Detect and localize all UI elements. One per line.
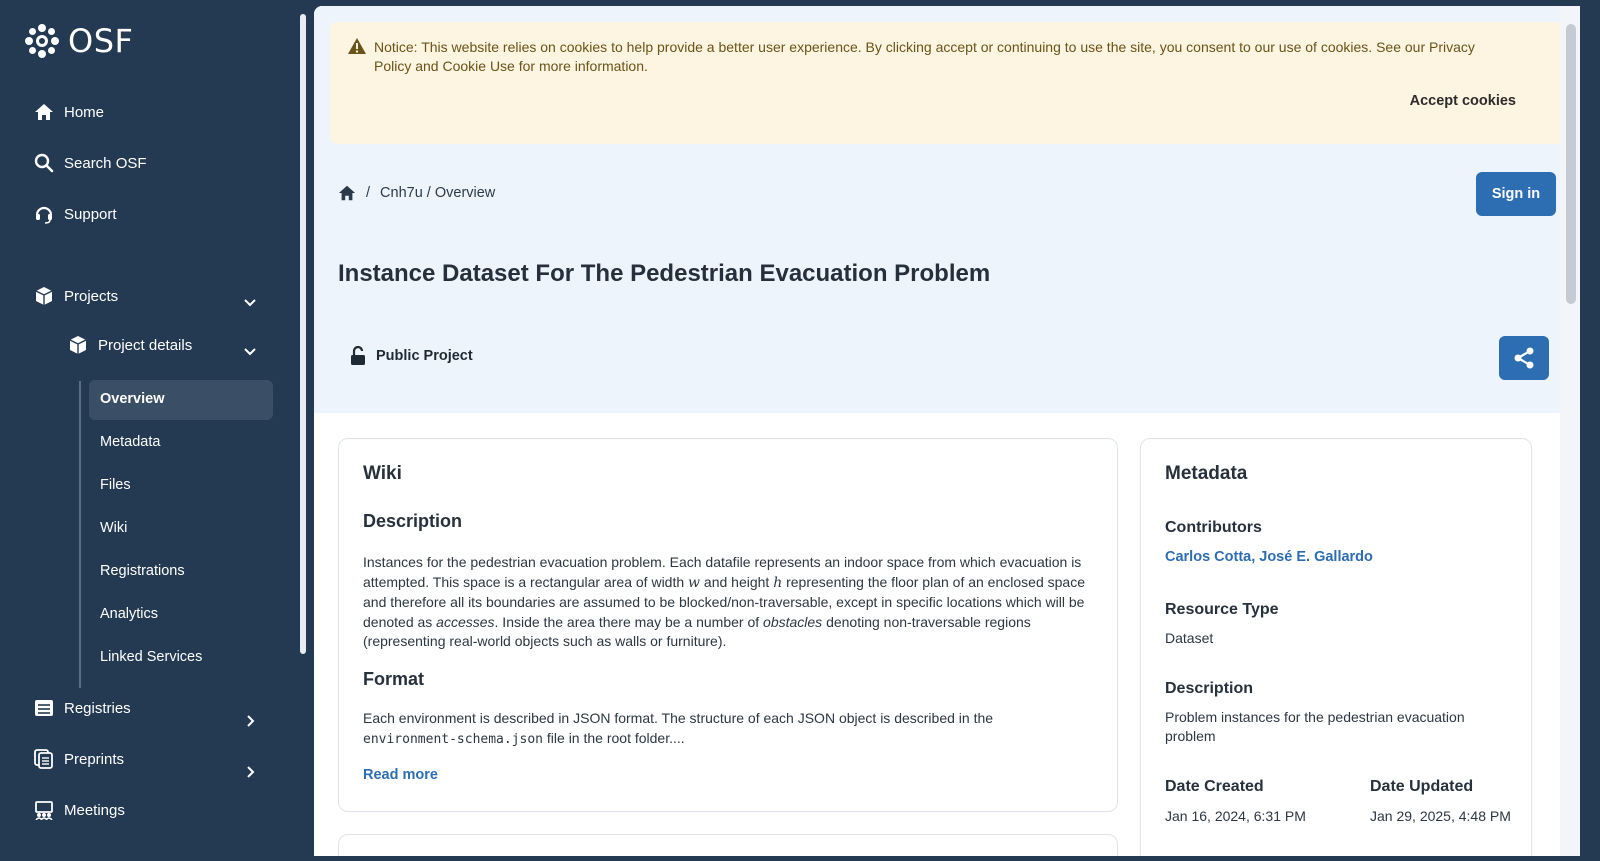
page-scrollbar[interactable] bbox=[1560, 6, 1580, 856]
meta-description-label: Description bbox=[1165, 680, 1254, 697]
description-heading: Description bbox=[363, 511, 463, 531]
subnav-overview[interactable]: Overview bbox=[100, 391, 165, 407]
chevron-right-icon[interactable] bbox=[242, 764, 258, 780]
project-header: Notice: This website relies on cookies t… bbox=[314, 6, 1580, 413]
nav-project-details[interactable]: Project details bbox=[68, 335, 192, 355]
nav-support[interactable]: Support bbox=[34, 204, 117, 224]
cube-icon bbox=[68, 335, 88, 355]
page-title: Instance Dataset For The Pedestrian Evac… bbox=[338, 260, 991, 287]
read-more-link[interactable]: Read more bbox=[363, 767, 438, 783]
page-scrollbar-thumb[interactable] bbox=[1566, 24, 1576, 304]
cube-icon bbox=[34, 286, 54, 306]
date-created-value: Jan 16, 2024, 6:31 PM bbox=[1165, 808, 1306, 824]
subnav-linked-services[interactable]: Linked Services bbox=[100, 649, 202, 665]
metadata-card: Metadata Contributors Carlos Cotta, José… bbox=[1140, 438, 1532, 856]
nav-search-label: Search OSF bbox=[64, 154, 147, 172]
meetings-icon bbox=[34, 800, 54, 820]
nav-projects-label: Projects bbox=[64, 287, 119, 305]
osf-logo[interactable]: OSF bbox=[24, 22, 133, 60]
next-card bbox=[338, 834, 1118, 856]
text-span: Each environment is described in JSON fo… bbox=[363, 710, 994, 726]
text-span: file in the root folder.... bbox=[543, 729, 685, 746]
text-span: . Inside the area there may be a number … bbox=[494, 613, 764, 630]
wiki-format: Each environment is described in JSON fo… bbox=[363, 709, 1098, 749]
emphasis: obstacles bbox=[763, 613, 823, 630]
sign-in-button[interactable]: Sign in bbox=[1476, 172, 1556, 216]
sidebar-scrollbar-thumb[interactable] bbox=[300, 14, 306, 654]
subnav-registrations[interactable]: Registrations bbox=[100, 563, 185, 579]
search-icon bbox=[34, 153, 54, 173]
main-content: Notice: This website relies on cookies t… bbox=[314, 6, 1580, 856]
subnav-metadata[interactable]: Metadata bbox=[100, 434, 160, 450]
wiki-card: Wiki Description Instances for the pedes… bbox=[338, 438, 1118, 812]
nav-preprints-label: Preprints bbox=[64, 750, 125, 768]
nav-meetings[interactable]: Meetings bbox=[34, 800, 125, 820]
warning-icon bbox=[348, 38, 366, 54]
cookie-notice: Notice: This website relies on cookies t… bbox=[330, 22, 1564, 144]
subnav-line bbox=[79, 381, 81, 688]
text-span: and height bbox=[700, 573, 774, 590]
home-icon[interactable] bbox=[338, 184, 356, 202]
breadcrumb-path[interactable]: Cnh7u / Overview bbox=[380, 185, 495, 201]
wiki-heading: Wiki bbox=[363, 463, 402, 484]
chevron-right-icon[interactable] bbox=[242, 713, 258, 729]
registries-icon bbox=[34, 698, 54, 718]
chevron-down-icon[interactable] bbox=[242, 343, 258, 359]
nav-preprints[interactable]: Preprints bbox=[34, 749, 124, 769]
sidebar-scrollbar[interactable] bbox=[299, 0, 309, 861]
nav-support-label: Support bbox=[64, 205, 117, 223]
nav-search[interactable]: Search OSF bbox=[34, 153, 147, 173]
chevron-down-icon[interactable] bbox=[242, 294, 258, 310]
nav-home[interactable]: Home bbox=[34, 102, 104, 122]
resource-type-value: Dataset bbox=[1165, 630, 1214, 646]
home-icon bbox=[34, 102, 54, 122]
preprints-icon bbox=[34, 749, 54, 769]
nav-home-label: Home bbox=[64, 103, 105, 121]
date-updated-label: Date Updated bbox=[1370, 778, 1474, 795]
math-h: h bbox=[773, 574, 783, 591]
headset-icon bbox=[34, 204, 54, 224]
visibility-label: Public Project bbox=[376, 348, 473, 364]
date-created-label: Date Created bbox=[1165, 778, 1264, 795]
meta-description-value: Problem instances for the pedestrian eva… bbox=[1165, 709, 1465, 744]
math-w: w bbox=[688, 574, 701, 591]
cookie-notice-text: Notice: This website relies on cookies t… bbox=[374, 39, 1475, 74]
resource-type-label: Resource Type bbox=[1165, 601, 1279, 618]
accept-cookies-button[interactable]: Accept cookies bbox=[1410, 92, 1516, 111]
unlock-icon bbox=[351, 346, 365, 365]
sidebar: OSF Home Search OSF Support Projects Pro… bbox=[0, 0, 300, 861]
logo-text: OSF bbox=[68, 22, 134, 60]
nav-registries[interactable]: Registries bbox=[34, 698, 131, 718]
nav-project-details-label: Project details bbox=[98, 336, 193, 354]
contributors-link[interactable]: Carlos Cotta, José E. Gallardo bbox=[1165, 549, 1373, 565]
nav-registries-label: Registries bbox=[64, 699, 131, 717]
share-button[interactable] bbox=[1499, 336, 1549, 380]
contributors-label: Contributors bbox=[1165, 519, 1262, 536]
date-updated-value: Jan 29, 2025, 4:48 PM bbox=[1370, 808, 1511, 824]
wiki-description: Instances for the pedestrian evacuation … bbox=[363, 553, 1098, 652]
breadcrumb: / Cnh7u / Overview bbox=[338, 184, 495, 202]
subnav-analytics[interactable]: Analytics bbox=[100, 606, 158, 622]
format-heading: Format bbox=[363, 669, 425, 689]
subnav-files[interactable]: Files bbox=[100, 477, 131, 493]
breadcrumb-separator: / bbox=[366, 185, 371, 201]
subnav-wiki[interactable]: Wiki bbox=[100, 520, 127, 536]
nav-projects[interactable]: Projects bbox=[34, 286, 264, 306]
nav-meetings-label: Meetings bbox=[64, 801, 125, 819]
visibility-badge: Public Project bbox=[350, 346, 473, 366]
emphasis: accesses bbox=[436, 613, 495, 630]
osf-logo-icon bbox=[25, 24, 59, 58]
metadata-heading: Metadata bbox=[1165, 463, 1248, 484]
share-icon bbox=[1514, 347, 1534, 369]
code-filename: environment-schema.json bbox=[363, 731, 544, 747]
